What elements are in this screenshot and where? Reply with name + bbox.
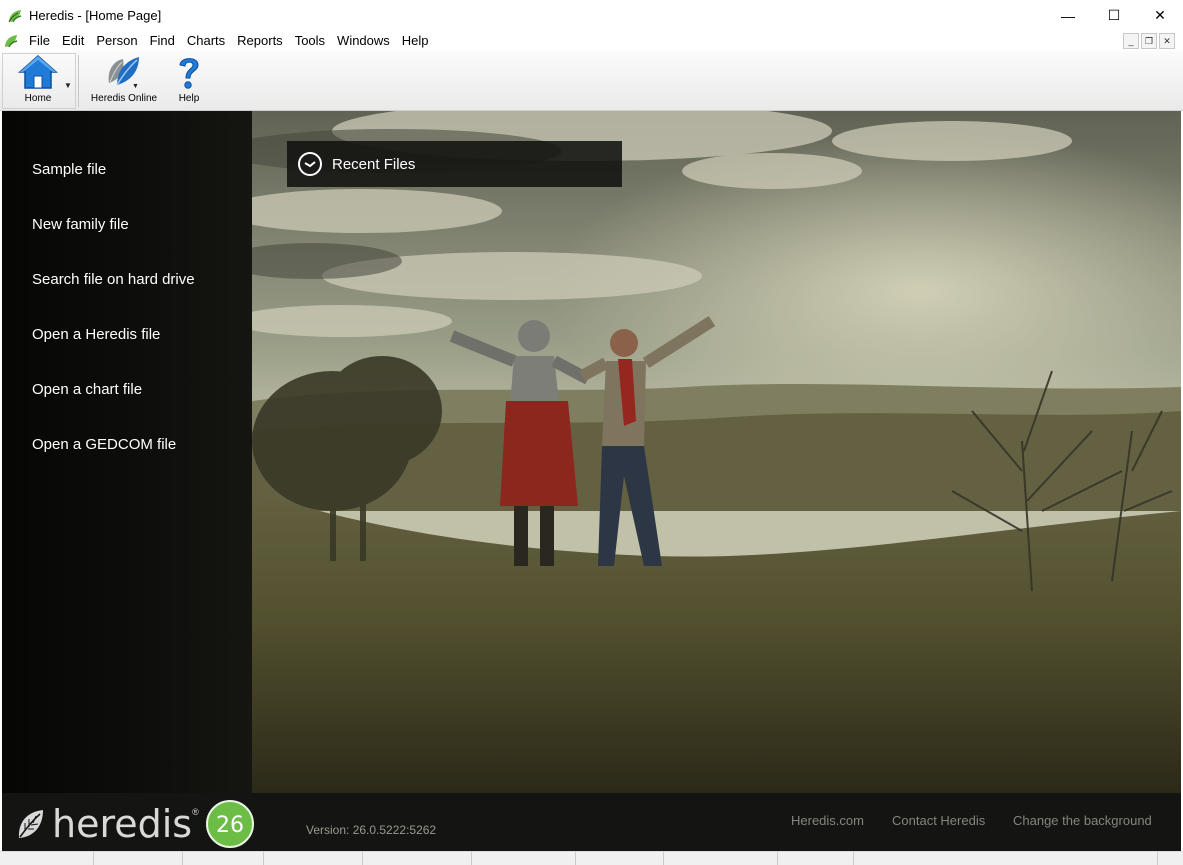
help-label: Help: [178, 93, 200, 104]
status-separator: [575, 852, 576, 865]
menu-charts[interactable]: Charts: [181, 31, 231, 51]
online-dropdown-arrow-icon[interactable]: ▼: [132, 83, 139, 90]
version-text: Version: 26.0.5222:5262: [306, 823, 437, 837]
menu-tools[interactable]: Tools: [289, 31, 331, 51]
window-title: Heredis - [Home Page]: [29, 8, 162, 23]
sidebar-item-open-chart-file[interactable]: Open a chart file: [32, 381, 142, 398]
heredis-app-icon: [8, 9, 22, 22]
status-separator: [362, 852, 363, 865]
badge-number: 26: [216, 813, 244, 838]
mdi-minimize-button[interactable]: _: [1123, 33, 1139, 49]
home-label: Home: [24, 93, 52, 104]
mdi-restore-button[interactable]: ❐: [1141, 33, 1157, 49]
sidebar: Sample file New family file Search file …: [2, 111, 252, 851]
home-button[interactable]: Home: [8, 53, 68, 104]
minimize-icon: —: [1061, 7, 1075, 24]
sidebar-item-search-file[interactable]: Search file on hard drive: [32, 271, 195, 288]
title-bar: Heredis - [Home Page] — ☐ ✕: [0, 0, 1183, 31]
status-bar: [0, 851, 1183, 865]
menu-bar: File Edit Person Find Charts Reports Too…: [0, 31, 1183, 51]
link-contact-heredis[interactable]: Contact Heredis: [892, 813, 985, 828]
menu-person[interactable]: Person: [90, 31, 143, 51]
menu-reports[interactable]: Reports: [231, 31, 289, 51]
home-icon: [18, 54, 58, 89]
sidebar-item-open-heredis-file[interactable]: Open a Heredis file: [32, 326, 160, 343]
heredis-online-label: Heredis Online: [90, 93, 158, 104]
footer: heredis ® 26 Version: 26.0.5222:5262 Her…: [2, 793, 1181, 851]
recent-files-button[interactable]: Recent Files: [287, 141, 622, 187]
status-separator: [471, 852, 472, 865]
background-image: [252, 111, 1181, 793]
menu-find[interactable]: Find: [144, 31, 181, 51]
menu-help[interactable]: Help: [396, 31, 435, 51]
heredis-logo: heredis ® 26: [16, 799, 255, 849]
logo-wordmark: heredis: [52, 802, 193, 846]
toolbar: Home ▼ Heredis Online ▼ Help: [0, 51, 1183, 111]
status-separator: [853, 852, 854, 865]
mdi-close-button[interactable]: ✕: [1159, 33, 1175, 49]
heredis-online-button[interactable]: Heredis Online: [86, 53, 162, 104]
close-icon: ✕: [1154, 7, 1166, 23]
status-separator: [263, 852, 264, 865]
document-icon: [5, 35, 18, 48]
menu-windows[interactable]: Windows: [331, 31, 396, 51]
status-separator: [182, 852, 183, 865]
sidebar-item-new-family-file[interactable]: New family file: [32, 216, 129, 233]
logo-registered-mark: ®: [192, 807, 199, 817]
toolbar-separator: [78, 55, 79, 107]
menu-file[interactable]: File: [23, 31, 56, 51]
status-separator: [1157, 852, 1158, 865]
sidebar-item-open-gedcom-file[interactable]: Open a GEDCOM file: [32, 436, 176, 453]
maximize-button[interactable]: ☐: [1091, 0, 1137, 31]
home-page: Sample file New family file Search file …: [2, 111, 1181, 851]
maximize-icon: ☐: [1107, 7, 1121, 23]
version-26-badge-icon: 26: [205, 800, 254, 848]
help-button[interactable]: Help: [166, 53, 212, 104]
recent-files-label: Recent Files: [332, 155, 416, 173]
status-separator: [93, 852, 94, 865]
home-dropdown-arrow-icon[interactable]: ▼: [64, 81, 72, 90]
sidebar-item-sample-file[interactable]: Sample file: [32, 161, 106, 178]
help-icon: [179, 58, 199, 89]
window-controls: — ☐ ✕: [1045, 0, 1183, 31]
leaf-logo-icon: [18, 810, 43, 838]
menu-edit[interactable]: Edit: [56, 31, 90, 51]
mdi-controls: _ ❐ ✕: [1123, 33, 1175, 49]
status-separator: [777, 852, 778, 865]
clock-icon: [298, 152, 322, 176]
link-change-background[interactable]: Change the background: [1013, 813, 1152, 828]
status-separator: [663, 852, 664, 865]
minimize-button[interactable]: —: [1045, 0, 1091, 31]
link-heredis-com[interactable]: Heredis.com: [791, 813, 864, 828]
close-button[interactable]: ✕: [1137, 0, 1183, 31]
